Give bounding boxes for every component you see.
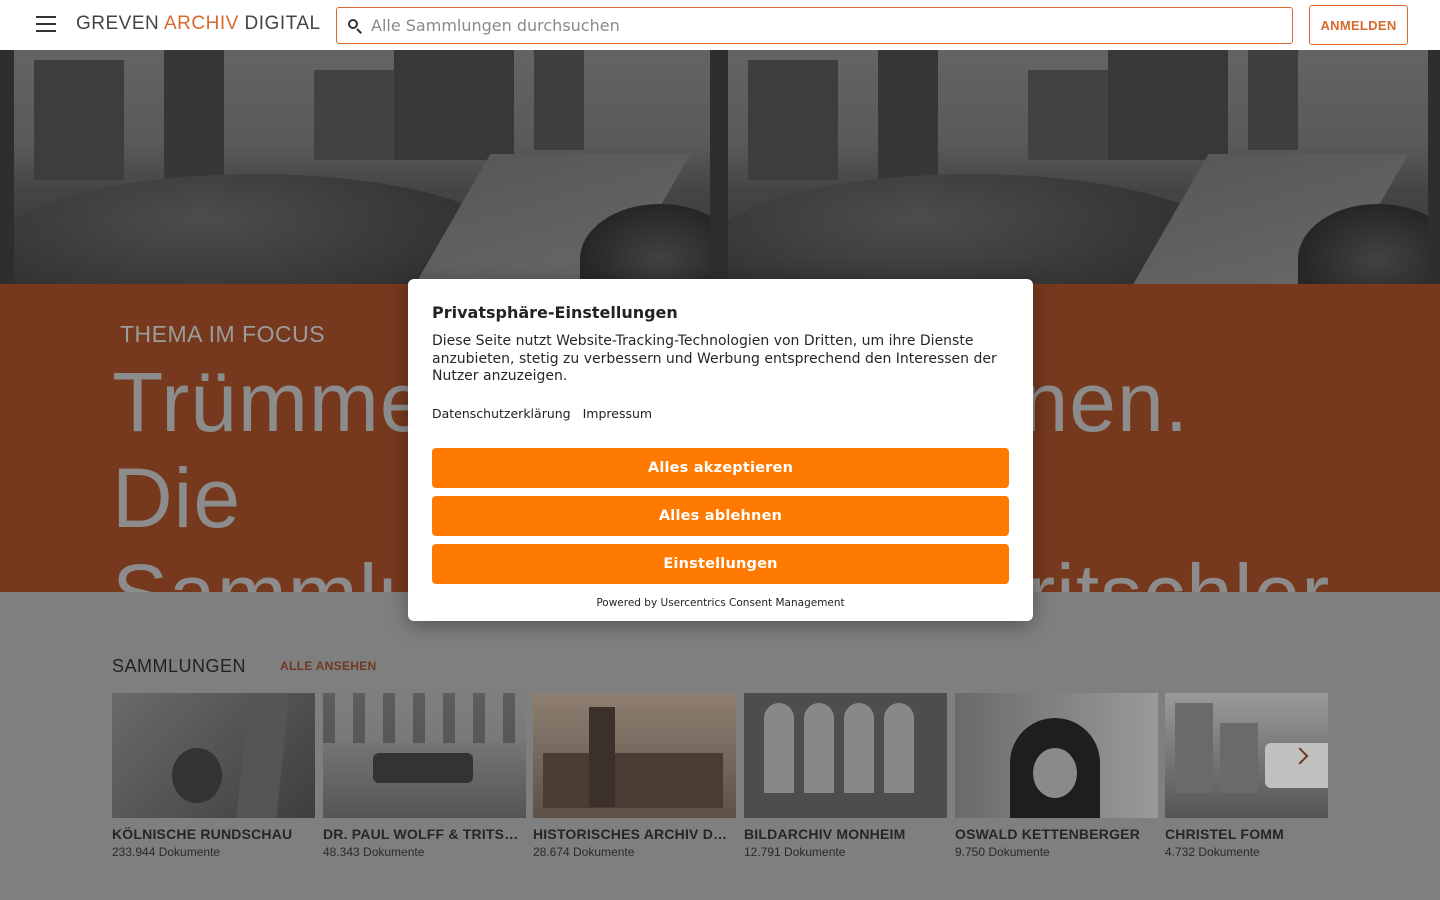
hero-photo-left — [14, 50, 710, 284]
collection-thumbnail — [955, 693, 1158, 818]
collection-thumbnail — [533, 693, 736, 818]
theme-label: THEMA IM FOCUS — [120, 321, 326, 347]
privacy-policy-link[interactable]: Datenschutzerklärung — [432, 406, 571, 421]
collections-section: SAMMLUNGEN ALLE ANSEHEN KÖLNISCHE RUNDSC… — [0, 592, 1440, 900]
logo-text-greven: GREVEN — [76, 13, 164, 34]
powered-by-text: Powered by Usercentrics Consent Manageme… — [596, 597, 845, 609]
collection-title: DR. PAUL WOLFF & TRITSCHLER — [323, 826, 526, 842]
consent-links: Datenschutzerklärung Impressum — [432, 406, 652, 421]
see-all-link[interactable]: ALLE ANSEHEN — [280, 659, 377, 673]
collection-thumbnail — [323, 693, 526, 818]
menu-icon[interactable] — [36, 16, 56, 32]
collection-card[interactable]: OSWALD KETTENBERGER 9.750 Dokumente — [955, 693, 1158, 859]
accept-all-button[interactable]: Alles akzeptieren — [432, 448, 1009, 488]
collection-thumbnail — [112, 693, 315, 818]
search-input[interactable] — [371, 16, 1271, 35]
search-bar — [336, 7, 1293, 44]
collection-card[interactable]: KÖLNISCHE RUNDSCHAU 233.944 Dokumente — [112, 693, 315, 859]
login-button[interactable]: ANMELDEN — [1309, 5, 1408, 45]
search-icon — [348, 18, 362, 34]
reject-all-button[interactable]: Alles ablehnen — [432, 496, 1009, 536]
logo-text-archiv: ARCHIV — [163, 13, 239, 34]
collections-heading: SAMMLUNGEN — [112, 656, 247, 676]
collection-count: 4.732 Dokumente — [1165, 845, 1260, 859]
consent-title: Privatsphäre-Einstellungen — [432, 303, 678, 322]
imprint-link[interactable]: Impressum — [583, 406, 652, 421]
collections-carousel: KÖLNISCHE RUNDSCHAU 233.944 Dokumente DR… — [112, 693, 1328, 863]
top-header: GREVEN ARCHIV DIGITAL ANMELDEN — [0, 0, 1440, 50]
hero-image — [0, 50, 1440, 284]
site-logo[interactable]: GREVEN ARCHIV DIGITAL — [76, 13, 321, 35]
collection-count: 12.791 Dokumente — [744, 845, 846, 859]
collection-card[interactable]: CHRISTEL FOMM 4.732 Dokumente — [1165, 693, 1328, 859]
collection-count: 9.750 Dokumente — [955, 845, 1050, 859]
consent-dialog: Privatsphäre-Einstellungen Diese Seite n… — [408, 279, 1033, 621]
logo-text-digital: DIGITAL — [238, 13, 321, 34]
chevron-right-icon[interactable] — [1290, 745, 1314, 769]
collection-title: OSWALD KETTENBERGER — [955, 826, 1141, 842]
collection-count: 28.674 Dokumente — [533, 845, 635, 859]
collection-count: 48.343 Dokumente — [323, 845, 425, 859]
hero-photo-right — [728, 50, 1428, 284]
collection-title: KÖLNISCHE RUNDSCHAU — [112, 826, 293, 842]
collection-title: BILDARCHIV MONHEIM — [744, 826, 906, 842]
collection-card[interactable]: HISTORISCHES ARCHIV DER STADT 28.674 Dok… — [533, 693, 736, 859]
collection-thumbnail — [744, 693, 947, 818]
consent-description: Diese Seite nutzt Website-Tracking-Techn… — [432, 333, 997, 384]
collection-card[interactable]: BILDARCHIV MONHEIM 12.791 Dokumente — [744, 693, 947, 859]
collection-card[interactable]: DR. PAUL WOLFF & TRITSCHLER 48.343 Dokum… — [323, 693, 526, 859]
collection-title: HISTORISCHES ARCHIV DER STADT — [533, 826, 736, 842]
collection-title: CHRISTEL FOMM — [1165, 826, 1285, 842]
collection-count: 233.944 Dokumente — [112, 845, 221, 859]
consent-settings-button[interactable]: Einstellungen — [432, 544, 1009, 584]
